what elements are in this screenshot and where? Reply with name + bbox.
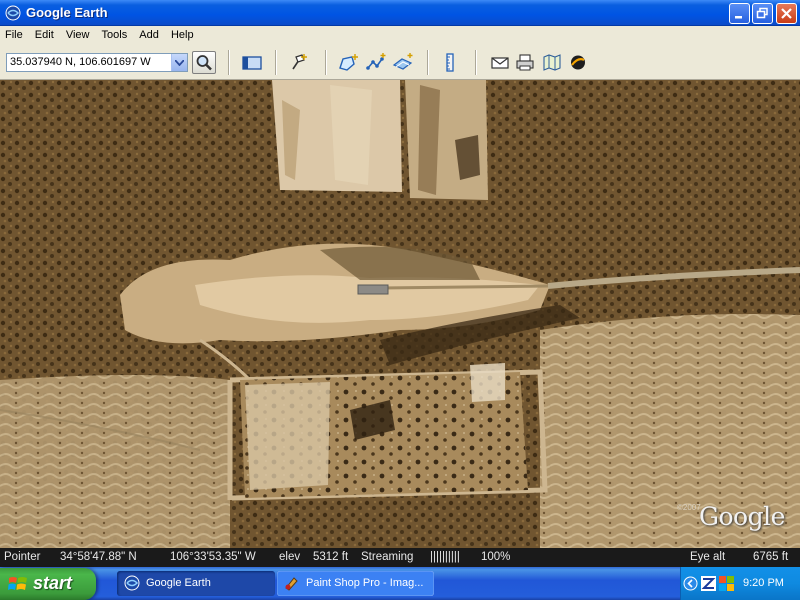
imagery-copyright: ©2007 — [677, 503, 701, 512]
taskbar-item-label: Google Earth — [146, 577, 211, 589]
print-icon — [516, 54, 534, 71]
ruler-icon — [446, 53, 454, 72]
polygon-icon — [339, 54, 358, 71]
eye-altitude-value: 6765 ft — [753, 551, 789, 563]
menu-file[interactable]: File — [0, 26, 27, 41]
taskbar-item-google-earth[interactable]: Google Earth — [117, 571, 275, 596]
toolbar-separator — [325, 50, 326, 75]
satellite-imagery — [0, 80, 800, 548]
restore-button[interactable] — [752, 3, 773, 24]
toolbar: 35.037940 N, 106.601697 W — [0, 45, 800, 80]
email-button[interactable] — [488, 51, 512, 74]
sidebar-toggle-icon — [242, 56, 262, 70]
search-icon — [196, 55, 212, 71]
menu-tools[interactable]: Tools — [97, 26, 132, 41]
toolbar-separator — [275, 50, 276, 75]
streaming-label: Streaming — [361, 551, 414, 563]
coordinates-input[interactable]: 35.037940 N, 106.601697 W — [6, 53, 188, 72]
google-earth-icon — [124, 575, 140, 591]
system-tray: 9:20 PM — [680, 567, 800, 600]
close-icon — [781, 8, 792, 19]
menu-edit[interactable]: Edit — [30, 26, 58, 41]
status-bar: Pointer 34°58'47.88" N 106°33'53.35" W e… — [0, 548, 800, 567]
chevron-left-icon[interactable] — [683, 576, 698, 591]
clock: 9:20 PM — [743, 577, 784, 589]
toolbar-separator — [228, 50, 229, 75]
close-button[interactable] — [776, 3, 797, 24]
start-button[interactable]: start — [0, 568, 96, 600]
menu-view[interactable]: View — [61, 26, 94, 41]
streaming-progress: |||||||||| — [430, 551, 460, 563]
google-logo: Google — [699, 502, 785, 531]
add-placemark-button[interactable] — [288, 51, 312, 74]
sky-icon — [571, 55, 585, 70]
search-button[interactable] — [192, 51, 216, 74]
coordinates-value: 35.037940 N, 106.601697 W — [10, 56, 151, 68]
minimize-button[interactable] — [729, 3, 750, 24]
pointer-longitude: 106°33'53.35" W — [170, 551, 256, 563]
google-earth-icon — [5, 5, 21, 21]
ruler-button[interactable] — [438, 51, 462, 74]
zonealarm-icon[interactable] — [701, 576, 716, 591]
title-bar: Google Earth — [0, 0, 800, 26]
pointer-label: Pointer — [4, 551, 41, 563]
elevation-label: elev — [279, 551, 301, 563]
sky-button[interactable] — [566, 51, 590, 74]
path-icon — [366, 53, 386, 70]
coordinates-dropdown-button[interactable] — [171, 54, 187, 71]
toolbar-separator — [475, 50, 476, 75]
view-in-maps-button[interactable] — [540, 51, 564, 74]
streaming-percent: 100% — [481, 551, 511, 563]
start-label: start — [33, 573, 73, 593]
add-image-overlay-button[interactable] — [391, 51, 415, 74]
add-path-button[interactable] — [364, 51, 388, 74]
windows-logo-icon — [8, 577, 27, 590]
taskbar-item-label: Paint Shop Pro - Imag... — [306, 577, 424, 589]
menu-bar: File Edit View Tools Add Help — [0, 26, 800, 45]
sidebar-toggle-button[interactable] — [240, 51, 264, 74]
minimize-icon — [735, 16, 742, 19]
window-title: Google Earth — [26, 5, 108, 20]
map-view[interactable]: ©2007 Google — [0, 80, 800, 548]
taskbar-item-paint-shop-pro[interactable]: Paint Shop Pro - Imag... — [277, 571, 434, 596]
paint-shop-pro-icon — [285, 577, 298, 591]
maps-icon — [543, 54, 561, 71]
image-overlay-icon — [392, 53, 413, 70]
taskbar: start Google Earth Paint Shop Pro - Imag… — [0, 567, 800, 600]
menu-add[interactable]: Add — [134, 26, 163, 41]
print-button[interactable] — [513, 51, 537, 74]
windows-flag-tray-icon[interactable] — [719, 576, 734, 591]
email-icon — [491, 57, 509, 69]
toolbar-separator — [427, 50, 428, 75]
restore-icon — [756, 7, 768, 19]
placemark-icon — [292, 54, 307, 70]
add-polygon-button[interactable] — [336, 51, 360, 74]
chevron-down-icon — [175, 60, 184, 66]
elevation-value: 5312 ft — [313, 551, 349, 563]
pointer-latitude: 34°58'47.88" N — [60, 551, 137, 563]
menu-help[interactable]: Help — [166, 26, 198, 41]
eye-altitude-label: Eye alt — [690, 551, 726, 563]
